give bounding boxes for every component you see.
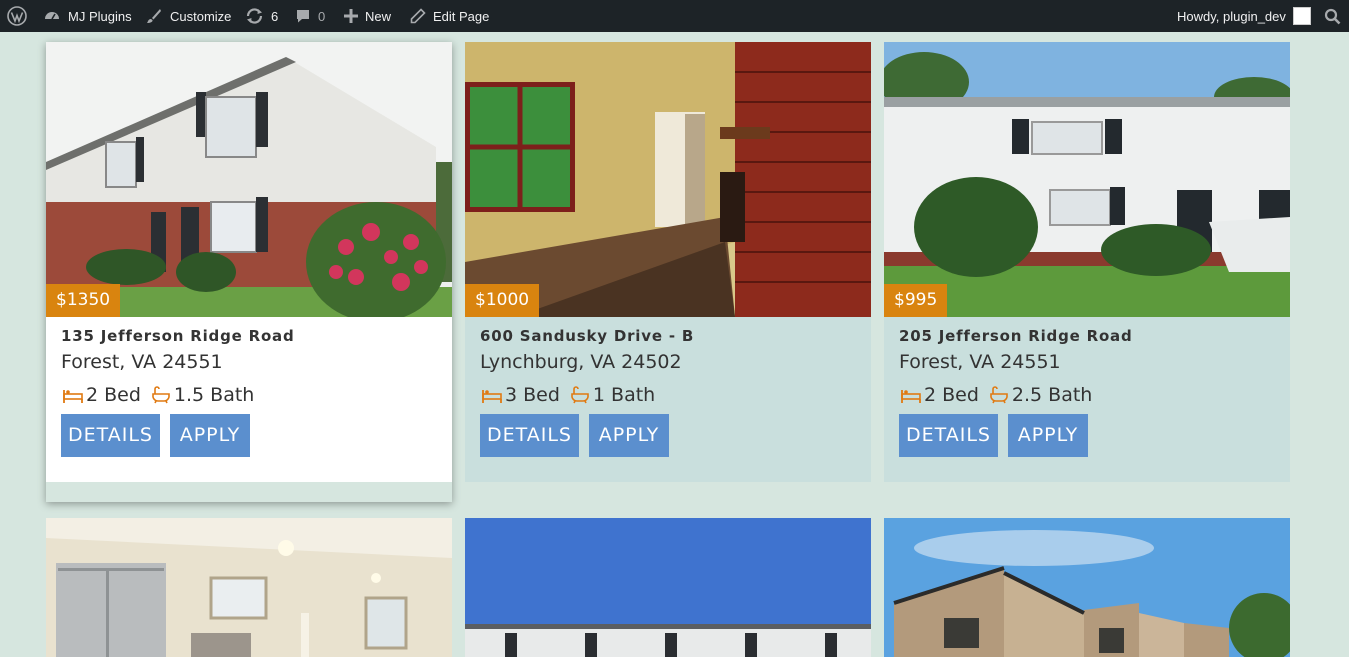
bath-icon bbox=[571, 386, 589, 404]
listing-card[interactable]: $1350 135 Jefferson Ridge Road Forest, V… bbox=[46, 42, 452, 502]
listing-card[interactable] bbox=[884, 518, 1290, 657]
bath-count: 2.5 Bath bbox=[1011, 384, 1093, 406]
bath-count: 1 Bath bbox=[592, 384, 656, 406]
listing-street[interactable]: 600 Sandusky Drive - B bbox=[480, 327, 694, 345]
listing-street[interactable]: 135 Jefferson Ridge Road bbox=[61, 327, 295, 345]
wordpress-icon bbox=[7, 6, 27, 26]
bed-icon bbox=[63, 390, 83, 403]
bed-count: 2 Bed bbox=[86, 384, 141, 406]
edit-page-label: Edit Page bbox=[433, 8, 490, 24]
brush-icon bbox=[147, 9, 161, 23]
listing-card[interactable] bbox=[46, 518, 452, 657]
updates-count: 6 bbox=[271, 8, 279, 24]
listing-specs: 3 Bed 1 Bath bbox=[482, 384, 655, 406]
search-toggle[interactable] bbox=[1324, 0, 1341, 32]
bed-count: 3 Bed bbox=[505, 384, 560, 406]
admin-bar: MJ Plugins Customize 6 0 New Edit Page H… bbox=[0, 0, 1349, 32]
dashboard-icon bbox=[45, 12, 59, 20]
price-badge: $995 bbox=[884, 284, 948, 317]
bath-icon bbox=[990, 386, 1008, 404]
comment-icon bbox=[297, 10, 309, 23]
listing-card[interactable] bbox=[465, 518, 871, 657]
site-name: MJ Plugins bbox=[68, 8, 132, 24]
wordpress-logo[interactable] bbox=[7, 0, 27, 32]
search-icon bbox=[1324, 8, 1341, 24]
details-button[interactable]: DETAILS bbox=[61, 414, 160, 457]
listing-photo[interactable] bbox=[46, 518, 452, 657]
new-content-menu[interactable]: New bbox=[344, 0, 391, 32]
listing-photo[interactable]: $995 bbox=[884, 42, 1290, 317]
my-account-menu[interactable]: Howdy, plugin_dev bbox=[1177, 0, 1311, 32]
listing-street[interactable]: 205 Jefferson Ridge Road bbox=[899, 327, 1133, 345]
bath-icon bbox=[152, 386, 170, 404]
comments-link[interactable]: 0 bbox=[295, 0, 325, 32]
listing-city: Lynchburg, VA 24502 bbox=[480, 351, 682, 373]
updates-icon bbox=[246, 8, 263, 24]
avatar bbox=[1292, 7, 1311, 25]
price-badge: $1350 bbox=[46, 284, 121, 317]
apply-button[interactable]: APPLY bbox=[170, 414, 250, 457]
edit-page-link[interactable]: Edit Page bbox=[410, 0, 489, 32]
listing-city: Forest, VA 24551 bbox=[61, 351, 223, 373]
bath-count: 1.5 Bath bbox=[173, 384, 255, 406]
listing-photo[interactable]: $1350 bbox=[46, 42, 452, 317]
plus-icon bbox=[344, 9, 358, 23]
listing-card[interactable]: $1000 600 Sandusky Drive - B Lynchburg, … bbox=[465, 42, 871, 482]
listing-city: Forest, VA 24551 bbox=[899, 351, 1061, 373]
listing-specs: 2 Bed 1.5 Bath bbox=[63, 384, 254, 406]
price-badge: $1000 bbox=[465, 284, 540, 317]
listing-photo[interactable]: $1000 bbox=[465, 42, 871, 317]
listing-specs: 2 Bed 2.5 Bath bbox=[901, 384, 1092, 406]
listing-photo[interactable] bbox=[465, 518, 871, 657]
site-name-menu[interactable]: MJ Plugins bbox=[43, 0, 132, 32]
bed-count: 2 Bed bbox=[924, 384, 979, 406]
new-label: New bbox=[365, 8, 392, 24]
details-button[interactable]: DETAILS bbox=[480, 414, 579, 457]
customize-label: Customize bbox=[170, 8, 232, 24]
listing-photo[interactable] bbox=[884, 518, 1290, 657]
howdy-label: Howdy, plugin_dev bbox=[1177, 8, 1286, 24]
listing-card[interactable]: $995 205 Jefferson Ridge Road Forest, VA… bbox=[884, 42, 1290, 482]
apply-button[interactable]: APPLY bbox=[589, 414, 669, 457]
updates-link[interactable]: 6 bbox=[245, 0, 278, 32]
comments-count: 0 bbox=[318, 8, 326, 24]
card-footer bbox=[46, 482, 452, 502]
details-button[interactable]: DETAILS bbox=[899, 414, 998, 457]
pencil-icon bbox=[410, 8, 426, 24]
apply-button[interactable]: APPLY bbox=[1008, 414, 1088, 457]
customize-link[interactable]: Customize bbox=[145, 0, 231, 32]
bed-icon bbox=[482, 390, 502, 403]
bed-icon bbox=[901, 390, 921, 403]
